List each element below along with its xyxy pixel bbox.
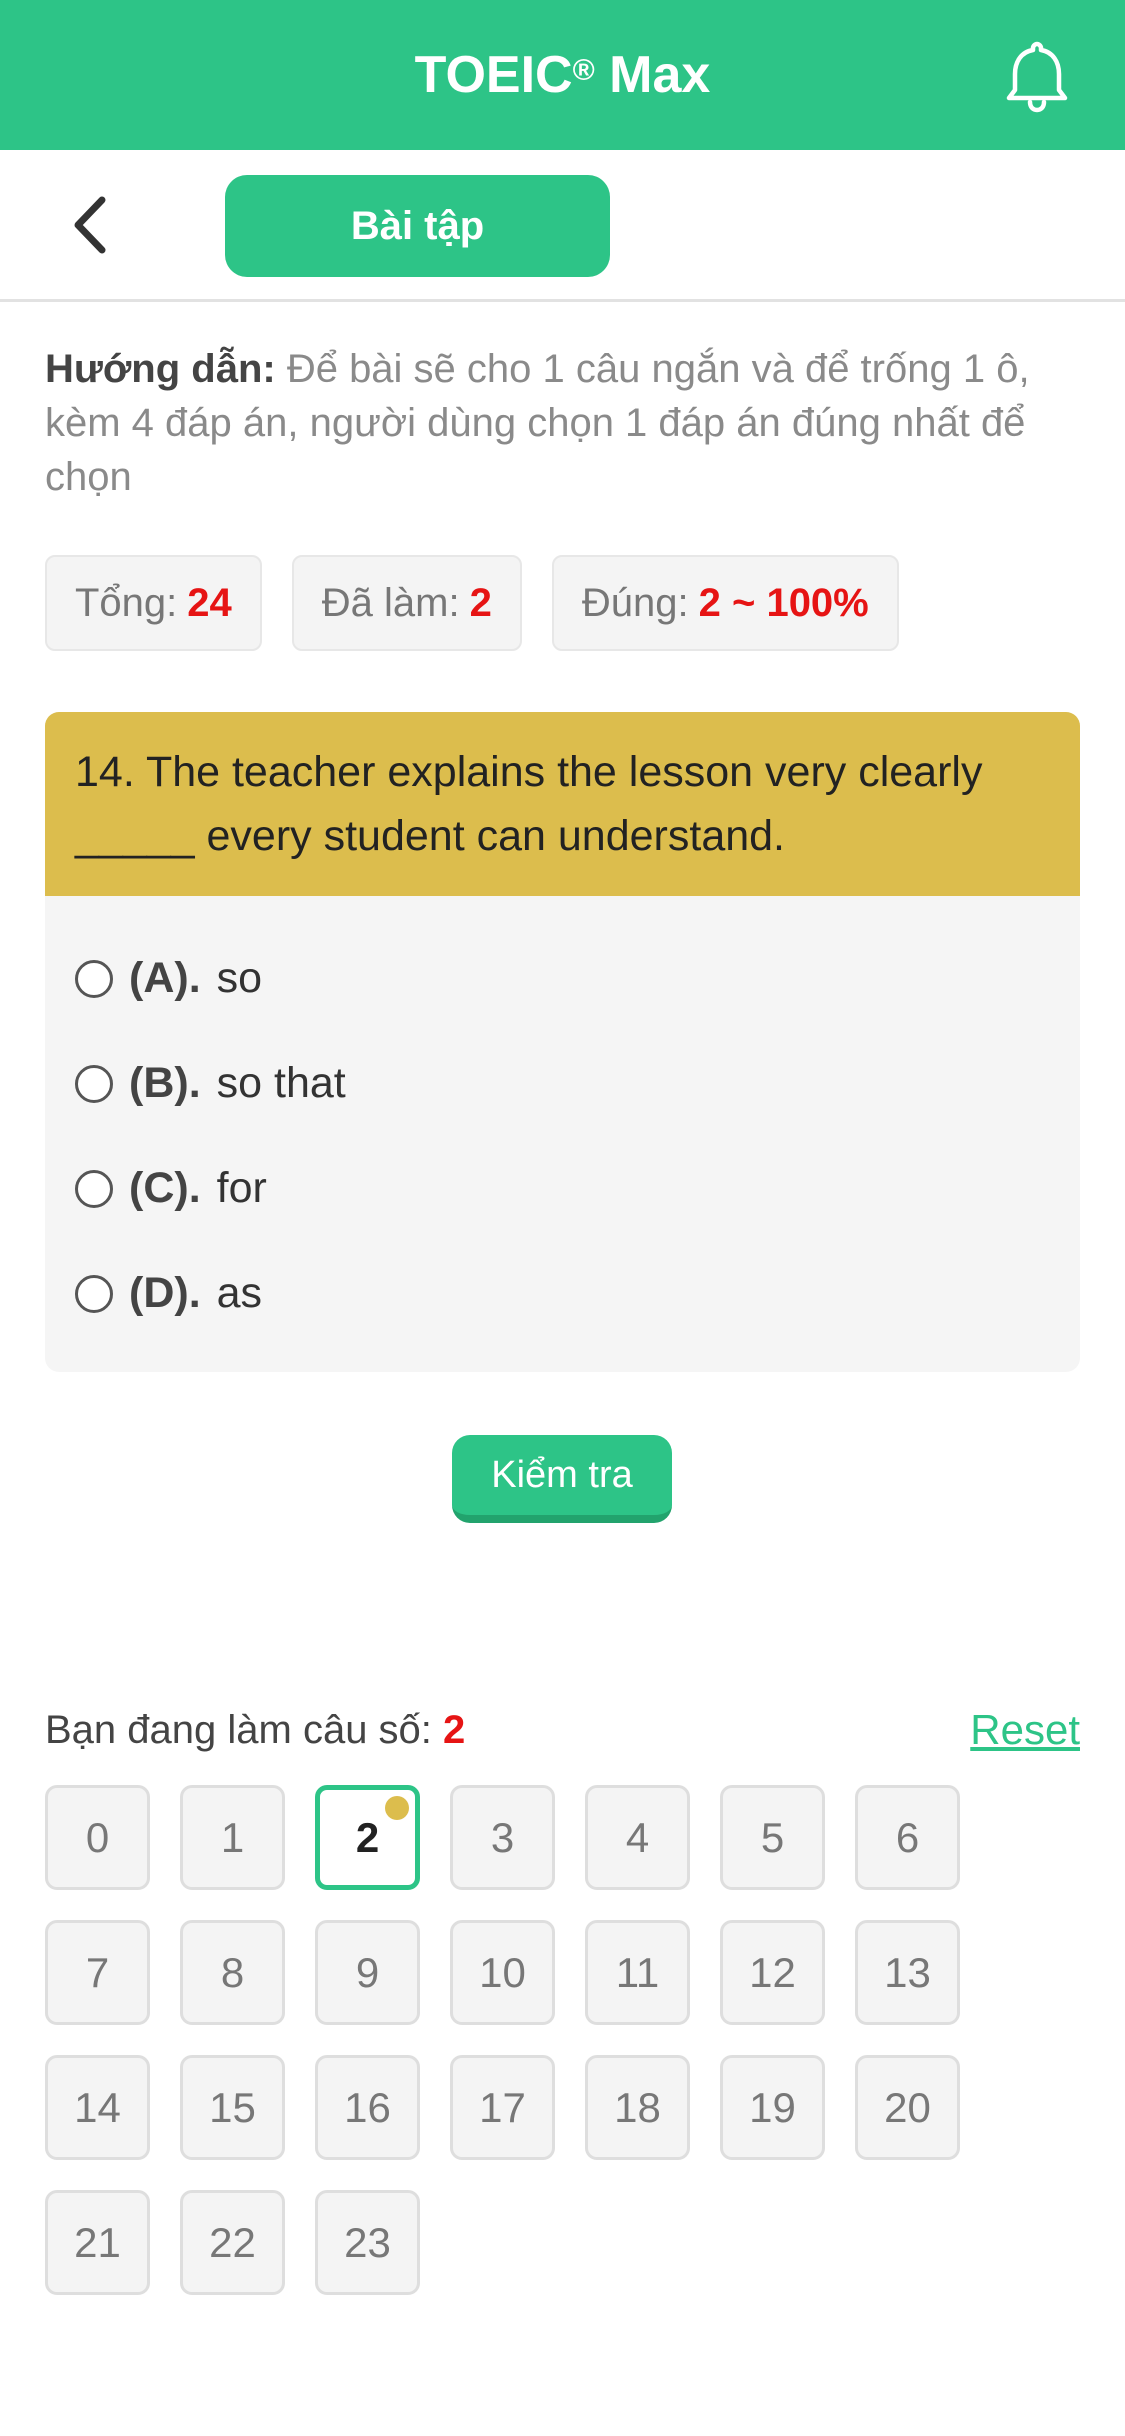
option-b[interactable]: (B). so that xyxy=(75,1031,1050,1136)
question-number-1[interactable]: 1 xyxy=(180,1785,285,1890)
question-number-5[interactable]: 5 xyxy=(720,1785,825,1890)
current-question-number: 2 xyxy=(443,1708,466,1752)
question-number-15[interactable]: 15 xyxy=(180,2055,285,2160)
question-text: 14. The teacher explains the lesson very… xyxy=(45,712,1080,896)
question-number-grid: 0 1 2 3 4 5 6 7 8 9 10 11 12 13 14 15 16 17 18 19 20 21 22 23 xyxy=(45,1785,1045,2295)
stats-row: Tổng: 24 Đã làm: 2 Đúng: 2 ~ 100% xyxy=(45,555,899,651)
question-number-8[interactable]: 8 xyxy=(180,1920,285,2025)
radio-icon[interactable] xyxy=(75,1064,113,1103)
question-number-4[interactable]: 4 xyxy=(585,1785,690,1890)
question-number-11[interactable]: 11 xyxy=(585,1920,690,2025)
question-number-6[interactable]: 6 xyxy=(855,1785,960,1890)
question-number-12[interactable]: 12 xyxy=(720,1920,825,2025)
question-number-7[interactable]: 7 xyxy=(45,1920,150,2025)
radio-icon[interactable] xyxy=(75,1169,113,1208)
status-dot xyxy=(385,1796,409,1820)
question-number-23[interactable]: 23 xyxy=(315,2190,420,2295)
app-title: TOEIC® Max xyxy=(414,46,711,104)
reset-link[interactable]: Reset xyxy=(970,1700,1080,1760)
question-number-9[interactable]: 9 xyxy=(315,1920,420,2025)
question-number-13[interactable]: 13 xyxy=(855,1920,960,2025)
radio-icon[interactable] xyxy=(75,959,113,998)
radio-icon[interactable] xyxy=(75,1274,113,1313)
question-number-20[interactable]: 20 xyxy=(855,2055,960,2160)
instructions: Hướng dẫn: Để bài sẽ cho 1 câu ngắn và đ… xyxy=(45,342,1085,504)
question-number-3[interactable]: 3 xyxy=(450,1785,555,1890)
chevron-left-icon[interactable] xyxy=(60,190,120,260)
question-number-17[interactable]: 17 xyxy=(450,2055,555,2160)
question-card: 14. The teacher explains the lesson very… xyxy=(45,712,1080,1372)
progress-row: Bạn đang làm câu số: 2 Reset xyxy=(45,1700,1080,1760)
question-number-16[interactable]: 16 xyxy=(315,2055,420,2160)
question-number-22[interactable]: 22 xyxy=(180,2190,285,2295)
question-number-2[interactable]: 2 xyxy=(315,1785,420,1890)
instructions-label: Hướng dẫn: xyxy=(45,347,276,391)
stat-correct: Đúng: 2 ~ 100% xyxy=(551,555,899,651)
question-number-10[interactable]: 10 xyxy=(450,1920,555,2025)
option-d[interactable]: (D). as xyxy=(75,1241,1050,1346)
question-number-0[interactable]: 0 xyxy=(45,1785,150,1890)
sub-navbar: Bài tập xyxy=(0,150,1125,302)
option-a[interactable]: (A). so xyxy=(75,926,1050,1031)
progress-label: Bạn đang làm câu số: xyxy=(45,1708,444,1752)
tab-bai-tap[interactable]: Bài tập xyxy=(225,175,610,277)
bell-icon[interactable] xyxy=(997,36,1077,116)
option-c[interactable]: (C). for xyxy=(75,1136,1050,1241)
question-number-18[interactable]: 18 xyxy=(585,2055,690,2160)
stat-total: Tổng: 24 xyxy=(45,555,262,651)
question-number-21[interactable]: 21 xyxy=(45,2190,150,2295)
app-header: TOEIC® Max xyxy=(0,0,1125,150)
stat-done: Đã làm: 2 xyxy=(291,555,522,651)
check-button[interactable]: Kiểm tra xyxy=(452,1435,672,1523)
question-number-14[interactable]: 14 xyxy=(45,2055,150,2160)
question-number-19[interactable]: 19 xyxy=(720,2055,825,2160)
answer-options: (A). so (B). so that (C). for (D). as xyxy=(45,896,1080,1346)
